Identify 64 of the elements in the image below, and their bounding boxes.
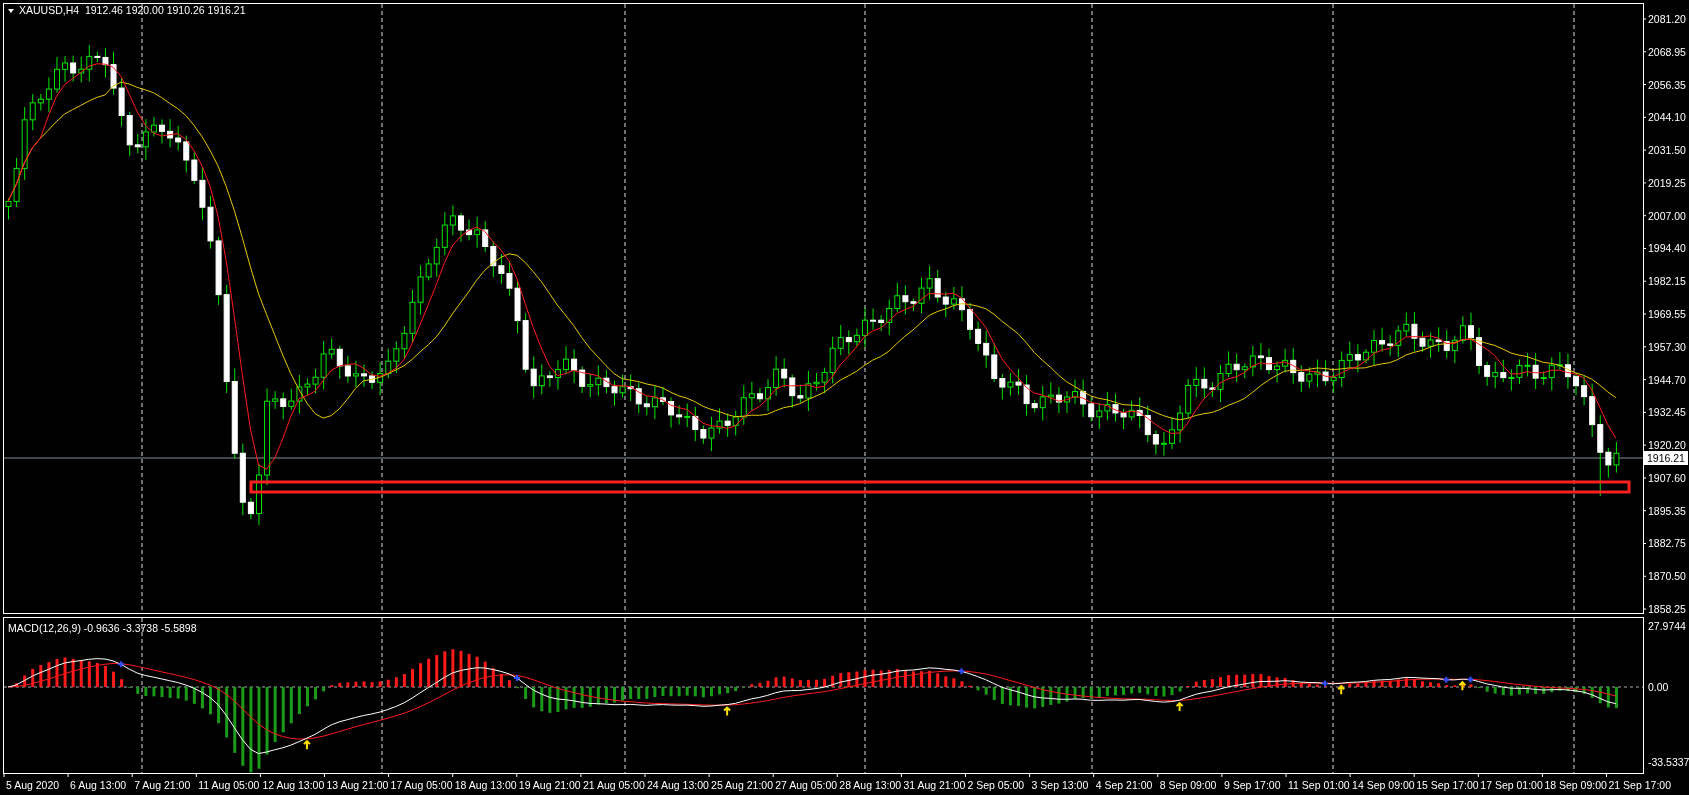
current-price-label: 1916.21 (1644, 451, 1688, 465)
time-axis-label: 3 Sep 13:00 (1031, 779, 1089, 791)
time-axis-label: 2 Sep 05:00 (967, 779, 1025, 791)
cross-mark-icon (1442, 675, 1451, 684)
price-axis-label: 1882.75 (1648, 537, 1686, 550)
time-axis-label: 17 Aug 05:00 (390, 779, 453, 791)
price-axis-label: 1944.70 (1648, 373, 1686, 386)
time-axis-label: 18 Sep 09:00 (1544, 779, 1607, 791)
dropdown-triangle-icon[interactable] (8, 9, 14, 13)
time-axis-label: 7 Aug 21:00 (134, 779, 191, 791)
up-arrow-icon (302, 739, 311, 751)
time-axis-label: 12 Aug 13:00 (262, 779, 325, 791)
time-axis-label: 6 Aug 13:00 (70, 779, 127, 791)
price-axis-label: 2019.25 (1648, 176, 1686, 189)
up-arrow-icon (1337, 684, 1346, 696)
macd-axis-label: -33.5337 (1648, 756, 1689, 768)
price-axis-label: 1895.35 (1648, 504, 1686, 517)
cross-mark-icon (1466, 675, 1475, 684)
cross-mark-icon (957, 667, 966, 676)
price-axis-label: 1932.45 (1648, 406, 1686, 419)
time-axis-label: 24 Aug 13:00 (647, 779, 709, 791)
time-axis-label: 11 Aug 05:00 (198, 779, 260, 791)
price-axis-label: 2081.20 (1648, 13, 1686, 25)
macd-axis-label: 27.9744 (1648, 620, 1686, 632)
price-axis-label: 1907.60 (1648, 471, 1686, 484)
price-axis-label: 2068.95 (1648, 45, 1686, 58)
price-axis-label: 1982.15 (1648, 275, 1686, 288)
time-axis-label: 21 Aug 05:00 (582, 779, 645, 791)
price-axis-label: 2031.50 (1648, 144, 1686, 157)
price-axis-label: 1969.55 (1648, 308, 1686, 320)
time-axis-label: 4 Sep 21:00 (1095, 779, 1153, 791)
cross-mark-icon (117, 660, 126, 669)
cross-mark-icon (1321, 679, 1330, 688)
price-axis-label: 1858.25 (1648, 603, 1686, 616)
macd-axis-label: 0.00 (1648, 681, 1669, 693)
time-axis-label: 14 Sep 09:00 (1352, 779, 1415, 791)
macd-indicator-label: MACD(12,26,9) -0.9636 -3.3738 -5.5898 (8, 622, 197, 634)
time-axis-label: 19 Aug 21:00 (518, 779, 581, 791)
time-axis-label: 28 Aug 13:00 (839, 779, 902, 791)
time-axis-label: 27 Aug 05:00 (775, 779, 838, 791)
cross-mark-icon (513, 673, 522, 682)
price-axis-label: 2007.00 (1648, 209, 1686, 222)
time-axis-label: 17 Sep 01:00 (1480, 779, 1543, 791)
time-axis-label: 15 Sep 17:00 (1416, 779, 1479, 791)
price-axis-label: 2044.10 (1648, 111, 1686, 124)
chart-symbol-header: XAUUSD,H4 1912.46 1920.00 1910.26 1916.21 (19, 4, 246, 16)
price-axis-label: 1870.50 (1648, 570, 1686, 583)
time-axis-label: 8 Sep 09:00 (1159, 779, 1217, 791)
time-axis-label: 25 Aug 21:00 (711, 779, 773, 791)
price-axis-label: 1920.20 (1648, 439, 1686, 452)
price-axis-label: 1957.30 (1648, 340, 1686, 353)
time-axis-label: 18 Aug 13:00 (454, 779, 517, 791)
up-arrow-icon (1175, 701, 1184, 713)
time-axis-label: 11 Sep 01:00 (1288, 779, 1350, 791)
up-arrow-icon (1458, 680, 1467, 692)
price-axis-label: 1994.40 (1648, 242, 1686, 255)
time-axis-label: 31 Aug 21:00 (903, 779, 966, 791)
support-zone-rectangle[interactable] (249, 480, 1631, 494)
price-axis-label: 2056.35 (1648, 78, 1686, 91)
time-axis-label: 9 Sep 17:00 (1223, 779, 1281, 791)
up-arrow-icon (723, 706, 732, 717)
time-axis-label: 13 Aug 21:00 (326, 779, 389, 791)
time-axis-label: 21 Sep 17:00 (1608, 779, 1671, 791)
time-axis-label: 5 Aug 2020 (6, 779, 60, 791)
